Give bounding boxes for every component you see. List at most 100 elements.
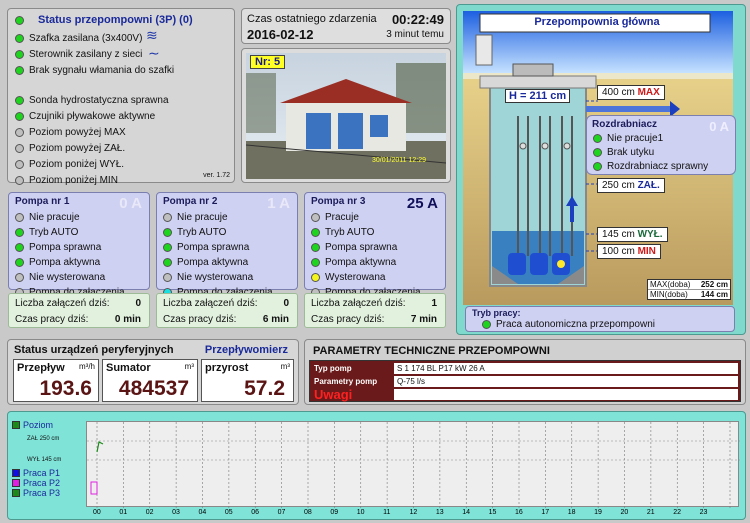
pump-status-label: Pompa aktywna — [325, 257, 397, 268]
sum-label: Sumator — [106, 362, 151, 374]
params-panel: PARAMETRY TECHNICZNE PRZEPOMPOWNI Typ po… — [304, 339, 746, 405]
status-led — [15, 33, 24, 43]
trend-legend-item: Praca P3 — [12, 488, 60, 498]
camera-timestamp: 30/01/2011 12:29 — [372, 157, 426, 164]
trend-hour-tick: 07 — [277, 509, 286, 516]
pump-led — [163, 258, 172, 267]
wave-icon: ≋ — [146, 27, 158, 43]
shredder-panel: Rozdrabniacz 0 A Nie pracuje1 Brak utyku R… — [586, 115, 736, 175]
pump-status-item: Tryb AUTO — [311, 225, 421, 240]
station-panel: Przepompownia główna H = 211 cm 400 cm M… — [456, 4, 746, 335]
pump-counters-1: Liczba załączeń dziś: 0 Czas pracy dziś: 0 … — [8, 293, 150, 328]
status-item: Czujniki pływakowe aktywne — [15, 108, 174, 124]
wyl-label: WYŁ 145 cm — [27, 457, 62, 463]
pump-status-label: Wysterowana — [325, 272, 386, 283]
inc-unit: m³ — [280, 362, 290, 371]
shredder-item: Rozdrabniacz sprawny — [593, 159, 708, 173]
status-title: Status przepompowni (3P) (0) — [38, 14, 193, 26]
pump-panel-2: Pompa nr 21 A Nie pracuje Tryb AUTO Pompa s… — [156, 192, 298, 298]
trend-hour-tick: 05 — [224, 509, 233, 516]
pump-led — [15, 273, 24, 282]
status-led — [15, 111, 24, 121]
pump-status-item: Pompa sprawna — [163, 240, 273, 255]
typ-label: Typ pomp — [314, 364, 352, 373]
event-time: 00:22:49 — [391, 12, 444, 27]
trend-hour-tick: 23 — [699, 509, 708, 516]
params-table: Typ pomp S 1 174 BL P17 kW 26 A Parametr… — [309, 360, 741, 402]
uwagi-label: Uwagi — [314, 387, 353, 402]
pump-led — [15, 228, 24, 237]
trend-hour-tick: 03 — [172, 509, 180, 516]
trend-legend-item: Praca P1 — [12, 468, 60, 478]
legend-label: Poziom — [23, 420, 54, 430]
max-doba-value: 252 cm — [700, 280, 728, 289]
legend-label: Praca P3 — [23, 488, 61, 498]
trend-hour-tick: 15 — [488, 509, 497, 516]
status-item: Poziom poniżej WYŁ. — [15, 156, 174, 172]
mode-panel: Tryb pracy: Praca autonomiczna przepompo… — [465, 306, 735, 332]
uwagi-value[interactable] — [394, 389, 738, 400]
pump-title: Pompa nr 2 — [163, 196, 218, 207]
trend-hour-tick: 00 — [93, 509, 101, 516]
starts-value: 0 — [283, 298, 289, 309]
min-doba-value: 144 cm — [700, 290, 728, 299]
trend-hour-tick: 17 — [541, 509, 550, 516]
peripheral-panel: Status urządzeń peryferyjnych Przepływom… — [7, 339, 299, 405]
pump-status-item: Pompa sprawna — [311, 240, 421, 255]
pump-status-item: Pompa aktywna — [311, 255, 421, 270]
pump-led — [163, 228, 172, 237]
pump-title: Pompa nr 1 — [15, 196, 70, 207]
trend-hour-tick: 12 — [409, 509, 418, 516]
pump-led — [311, 258, 320, 267]
flow-value: 193.6 — [39, 377, 92, 400]
pump-led — [15, 243, 24, 252]
shredder-item-label: Brak utyku — [607, 146, 655, 158]
event-ago: 3 minut temu — [386, 29, 444, 40]
trend-legend-item: Poziom — [12, 420, 53, 430]
pump-status-item: Tryb AUTO — [15, 225, 125, 240]
pump-status-label: Nie pracuje — [177, 212, 228, 223]
par-label: Parametry pomp — [314, 377, 378, 386]
trend-panel: Poziom Praca P1 Praca P2 Praca P3 ZAŁ 250 c… — [7, 411, 746, 520]
pump-status-item: Pracuje — [311, 210, 421, 225]
status-item-label: Poziom poniżej WYŁ. — [29, 158, 125, 170]
runtime-value: 0 min — [114, 314, 141, 325]
sum-value: 484537 — [118, 377, 189, 400]
mode-row: Praca autonomiczna przepompowni — [482, 318, 655, 331]
legend-label: Praca P1 — [23, 468, 61, 478]
legend-label: Praca P2 — [23, 478, 61, 488]
starts-label: Liczba załączeń dziś: — [163, 298, 258, 309]
level-max: 400 cm MAX — [597, 85, 665, 100]
shredder-item-label: Rozdrabniacz sprawny — [607, 160, 709, 172]
max-doba-label: MAX(doba) — [650, 280, 691, 289]
flowmeter-link[interactable]: Przepływomierz — [205, 344, 288, 356]
p2-series — [90, 481, 98, 495]
inc-label: przyrost — [205, 362, 249, 374]
station-title: Przepompownia główna — [534, 16, 660, 28]
pump-status-item: Nie pracuje — [15, 210, 125, 225]
status-item-label: Szafka zasilana (3x400V) — [29, 32, 143, 44]
trend-legend-item: Praca P2 — [12, 478, 60, 488]
status-item-label: Sonda hydrostatyczna sprawna — [29, 94, 169, 106]
pump-led — [163, 273, 172, 282]
pump-led — [311, 213, 320, 222]
pump-counters-3: Liczba załączeń dziś: 1 Czas pracy dziś: 7 … — [304, 293, 446, 328]
pump-counters-2: Liczba załączeń dziś: 0 Czas pracy dziś: 6 … — [156, 293, 298, 328]
status-led — [15, 65, 24, 75]
pump-status-label: Pracuje — [325, 212, 359, 223]
camera-panel[interactable]: Nr: 5 30/01/2011 12:29 — [241, 48, 451, 183]
pump-led — [311, 228, 320, 237]
mode-led — [482, 320, 491, 329]
pump-status-label: Tryb AUTO — [177, 227, 227, 238]
trend-hour-tick: 14 — [462, 509, 471, 516]
starts-value: 0 — [135, 298, 141, 309]
pump-led — [311, 273, 320, 282]
level-zal: 250 cm ZAŁ. — [597, 178, 665, 193]
trend-grid — [87, 422, 740, 508]
trend-hour-tick: 01 — [119, 509, 128, 516]
pump-status-label: Pompa sprawna — [29, 242, 102, 253]
status-item-label: Poziom poniżej MIN — [29, 174, 118, 186]
runtime-value: 6 min — [262, 314, 289, 325]
shredder-led — [593, 133, 602, 143]
flow-unit: m³/h — [79, 362, 95, 371]
